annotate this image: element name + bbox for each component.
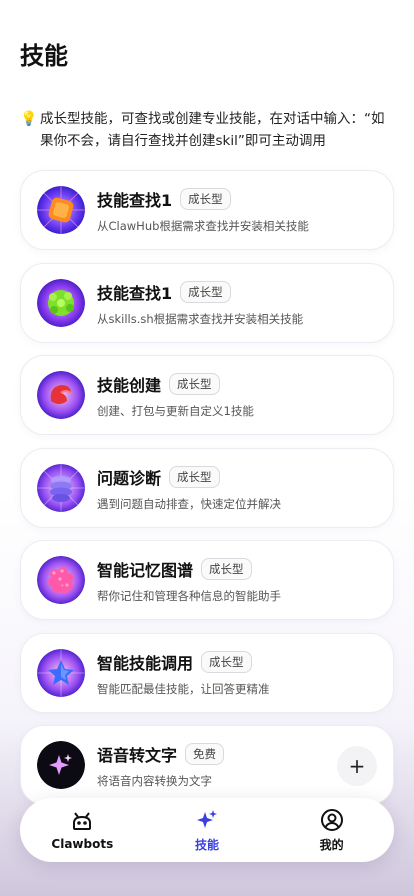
pink-berry-icon <box>37 556 85 604</box>
skill-title: 技能查找1 <box>97 190 173 210</box>
skill-badge: 免费 <box>185 742 225 765</box>
red-claw-icon <box>37 371 85 419</box>
tip-banner: 💡 成长型技能，可查找或创建专业技能，在对话中输入：“如果你不会，请自行查找并创… <box>20 108 396 152</box>
skill-card[interactable]: 智能技能调用 成长型 智能匹配最佳技能，让回答更精准 <box>20 633 394 713</box>
robot-icon <box>73 812 92 830</box>
lightbulb-icon: 💡 <box>20 111 38 127</box>
blue-star-icon <box>37 649 85 697</box>
skill-badge: 成长型 <box>201 650 252 673</box>
skill-card[interactable]: 问题诊断 成长型 遇到问题自动排查，快速定位并解决 <box>20 448 394 528</box>
skill-card[interactable]: 语音转文字 免费 将语音内容转换为文字 + <box>20 725 394 805</box>
skill-badge: 成长型 <box>180 187 231 210</box>
sparkle-icon <box>196 809 217 828</box>
skill-title: 语音转文字 <box>97 745 178 765</box>
spiral-icon <box>37 464 85 512</box>
nav-label: 我的 <box>319 837 344 852</box>
skill-description: 遇到问题自动排查，快速定位并解决 <box>97 496 281 511</box>
skill-badge: 成长型 <box>169 372 220 395</box>
page-title: 技能 <box>20 42 68 70</box>
nav-label: 技能 <box>194 837 219 852</box>
add-skill-button[interactable]: + <box>337 746 377 786</box>
skill-title: 问题诊断 <box>97 468 162 488</box>
nav-item-skills[interactable]: 技能 <box>157 808 257 853</box>
skill-description: 帮你记住和管理各种信息的智能助手 <box>97 588 281 603</box>
skill-card[interactable]: 技能创建 成长型 创建、打包与更新自定义1技能 <box>20 355 394 435</box>
skill-description: 智能匹配最佳技能，让回答更精准 <box>97 681 270 696</box>
skill-card[interactable]: 技能查找1 成长型 从skills.sh根据需求查找并安装相关技能 <box>20 263 394 343</box>
tip-text: 成长型技能，可查找或创建专业技能，在对话中输入：“如果你不会，请自行查找并创建s… <box>40 111 385 149</box>
skill-description: 创建、打包与更新自定义1技能 <box>97 403 254 418</box>
skill-card[interactable]: 智能记忆图谱 成长型 帮你记住和管理各种信息的智能助手 <box>20 540 394 620</box>
skill-title: 技能查找1 <box>97 283 173 303</box>
nav-item-clawbots[interactable]: Clawbots <box>32 809 132 851</box>
skill-card[interactable]: 技能查找1 成长型 从ClawHub根据需求查找并安装相关技能 <box>20 170 394 250</box>
skill-badge: 成长型 <box>201 557 252 580</box>
skill-description: 从skills.sh根据需求查找并安装相关技能 <box>97 311 304 326</box>
nav-item-profile[interactable]: 我的 <box>282 808 382 853</box>
bottom-nav: Clawbots 技能 我的 <box>20 798 394 862</box>
skill-title: 智能记忆图谱 <box>97 560 194 580</box>
skill-badge: 成长型 <box>180 280 231 303</box>
skill-description: 从ClawHub根据需求查找并安装相关技能 <box>97 218 309 233</box>
orange-cube-icon <box>37 186 85 234</box>
skill-title: 技能创建 <box>97 375 162 395</box>
sparkle-icon <box>37 741 85 789</box>
skill-title: 智能技能调用 <box>97 653 194 673</box>
skill-badge: 成长型 <box>169 465 220 488</box>
nav-label: Clawbots <box>51 837 114 851</box>
profile-icon <box>320 808 343 831</box>
green-blob-icon <box>37 279 85 327</box>
